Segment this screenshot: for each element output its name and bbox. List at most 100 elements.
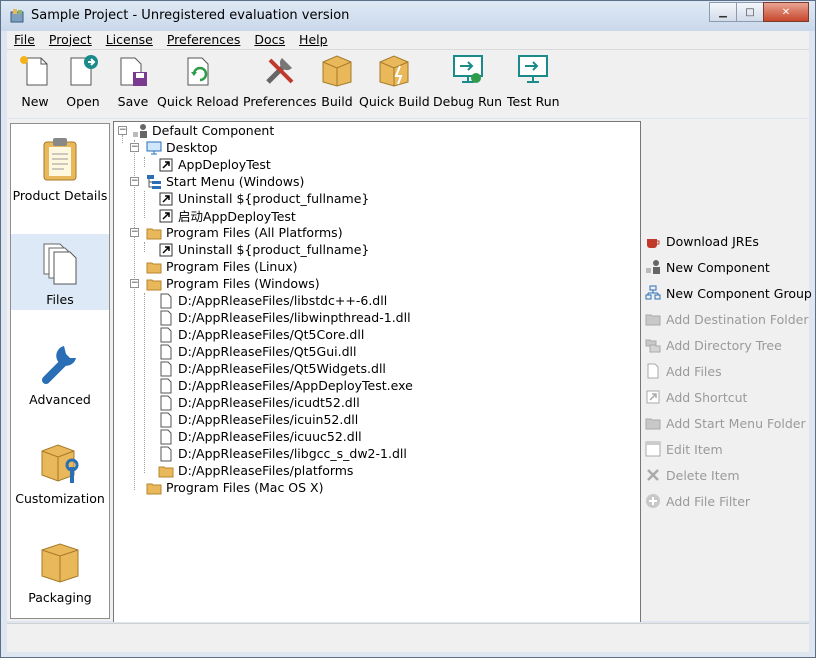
expander-start-menu[interactable]: − (130, 177, 139, 186)
menu-docs[interactable]: Docs (247, 31, 292, 49)
preferences-button[interactable]: Preferences (243, 52, 317, 109)
tree-item-label: Program Files (All Platforms) (166, 225, 343, 240)
minimize-button[interactable]: ▁ (709, 2, 737, 22)
add-start-menu-folder-action[interactable]: Add Start Menu Folder (645, 414, 806, 432)
debug-run-icon (452, 55, 483, 83)
tree-item[interactable]: Program Files (All Platforms) (146, 224, 343, 241)
tree-item[interactable]: Program Files (Mac OS X) (146, 479, 323, 496)
tree-item[interactable]: Program Files (Linux) (146, 258, 298, 275)
component-icon (133, 123, 147, 138)
test-run-button[interactable]: Test Run (507, 52, 560, 109)
tree-item[interactable]: Desktop (146, 139, 218, 156)
tree-item-label: D:/AppRleaseFiles/icudt52.dll (178, 395, 360, 410)
tree-item[interactable]: Program Files (Windows) (146, 275, 320, 292)
nav-advanced[interactable]: Advanced (11, 334, 109, 410)
tree-item[interactable]: D:/AppRleaseFiles/Qt5Core.dll (158, 326, 364, 343)
debug-run-label: Debug Run (433, 94, 503, 109)
menu-license[interactable]: License (99, 31, 160, 49)
test-run-icon (518, 55, 549, 83)
tree-item[interactable]: D:/AppRleaseFiles/icuin52.dll (158, 411, 358, 428)
tree-item-label: D:/AppRleaseFiles/Qt5Gui.dll (178, 344, 357, 359)
new-component-group-action[interactable]: New Component Group (645, 284, 812, 302)
app-icon (10, 9, 24, 23)
nav-files-label: Files (46, 292, 74, 307)
quick-build-icon (379, 55, 409, 87)
tools-icon (265, 58, 294, 84)
tree-item[interactable]: D:/AppRleaseFiles/Qt5Gui.dll (158, 343, 356, 360)
build-button[interactable]: Build (319, 52, 355, 109)
tree-item[interactable]: D:/AppRleaseFiles/icuuc52.dll (158, 428, 362, 445)
quick-build-button[interactable]: Quick Build (359, 52, 430, 109)
folder-icon (645, 418, 661, 430)
action-label: Add Destination Folder (666, 311, 809, 327)
save-button[interactable]: Save (115, 52, 151, 109)
tree-item[interactable]: D:/AppRleaseFiles/libstdc++-6.dll (158, 292, 387, 309)
folder-icon (146, 483, 162, 494)
tree-item[interactable]: D:/AppRleaseFiles/libgcc_s_dw2-1.dll (158, 445, 407, 462)
folder-tree-icon (645, 339, 661, 353)
action-label: Add Shortcut (666, 389, 748, 405)
file-icon (647, 363, 659, 379)
tree-item[interactable]: D:/AppRleaseFiles/libwinpthread-1.dll (158, 309, 411, 326)
menu-bar: File Project License Preferences Docs He… (7, 31, 809, 50)
title-bar[interactable]: Sample Project - Unregistered evaluation… (1, 1, 815, 31)
add-directory-tree-action[interactable]: Add Directory Tree (645, 336, 782, 354)
tree-item[interactable]: Uninstall ${product_fullname} (158, 241, 369, 258)
tree-item-label: Uninstall ${product_fullname} (178, 191, 370, 206)
expander-program-files-all[interactable]: − (130, 228, 139, 237)
tree-item-label: D:/AppRleaseFiles/AppDeployTest.exe (178, 378, 413, 393)
shortcut-icon (646, 390, 660, 404)
delete-item-action[interactable]: Delete Item (645, 466, 740, 484)
quick-reload-button[interactable]: Quick Reload (157, 52, 239, 109)
nav-product-details[interactable]: Product Details (11, 130, 109, 206)
delete-icon (647, 469, 659, 481)
file-icon (160, 395, 172, 410)
quick-build-label: Quick Build (359, 94, 430, 109)
new-component-action[interactable]: New Component (645, 258, 770, 276)
tree-item[interactable]: 启动AppDeployTest (158, 207, 296, 224)
add-files-action[interactable]: Add Files (645, 362, 722, 380)
tree-item[interactable]: Start Menu (Windows) (146, 173, 304, 190)
menu-project[interactable]: Project (42, 31, 99, 49)
test-run-label: Test Run (507, 94, 560, 109)
nav-packaging-label: Packaging (28, 590, 92, 605)
expander-default-component[interactable]: − (118, 126, 127, 135)
add-file-filter-action[interactable]: Add File Filter (645, 492, 750, 510)
file-icon (160, 310, 172, 325)
new-button[interactable]: New (17, 52, 53, 109)
debug-run-button[interactable]: Debug Run (433, 52, 502, 109)
menu-preferences[interactable]: Preferences (160, 31, 248, 49)
nav-customization[interactable]: Customization (11, 433, 109, 509)
nav-advanced-label: Advanced (29, 392, 91, 407)
tree-item[interactable]: AppDeployTest (158, 156, 271, 173)
close-button[interactable]: ✕ (763, 2, 809, 22)
expander-program-files-windows[interactable]: − (130, 279, 139, 288)
add-shortcut-action[interactable]: Add Shortcut (645, 388, 747, 406)
tree-item[interactable]: Uninstall ${product_fullname} (158, 190, 369, 207)
tree-item[interactable]: D:/AppRleaseFiles/platforms (158, 462, 353, 479)
clipboard-icon (43, 138, 77, 181)
tree-item[interactable]: D:/AppRleaseFiles/icudt52.dll (158, 394, 360, 411)
add-destination-folder-action[interactable]: Add Destination Folder (645, 310, 809, 328)
nav-packaging[interactable]: Packaging (11, 532, 109, 608)
tree-item-label: D:/AppRleaseFiles/libstdc++-6.dll (178, 293, 388, 308)
tree-item[interactable]: D:/AppRleaseFiles/AppDeployTest.exe (158, 377, 413, 394)
left-nav: Product Details Files Advanced Customiza… (10, 123, 110, 619)
open-button[interactable]: Open (65, 52, 101, 109)
edit-item-action[interactable]: Edit Item (645, 440, 723, 458)
package-icon (41, 543, 79, 583)
maximize-button[interactable]: □ (736, 2, 764, 22)
tree-item-label: Program Files (Mac OS X) (166, 480, 324, 495)
tree-item[interactable]: D:/AppRleaseFiles/Qt5Widgets.dll (158, 360, 386, 377)
expander-desktop[interactable]: − (130, 143, 139, 152)
download-jres-action[interactable]: Download JREs (645, 232, 759, 250)
tree-item[interactable]: Default Component (132, 122, 274, 139)
reload-icon (187, 57, 209, 86)
tree-item-label: Desktop (166, 140, 218, 155)
nav-product-details-label: Product Details (12, 188, 108, 203)
tree-item-label: D:/AppRleaseFiles/Qt5Widgets.dll (178, 361, 386, 376)
add-icon (646, 494, 660, 508)
menu-help[interactable]: Help (292, 31, 335, 49)
nav-files[interactable]: Files (11, 234, 109, 310)
menu-file[interactable]: File (7, 31, 42, 49)
